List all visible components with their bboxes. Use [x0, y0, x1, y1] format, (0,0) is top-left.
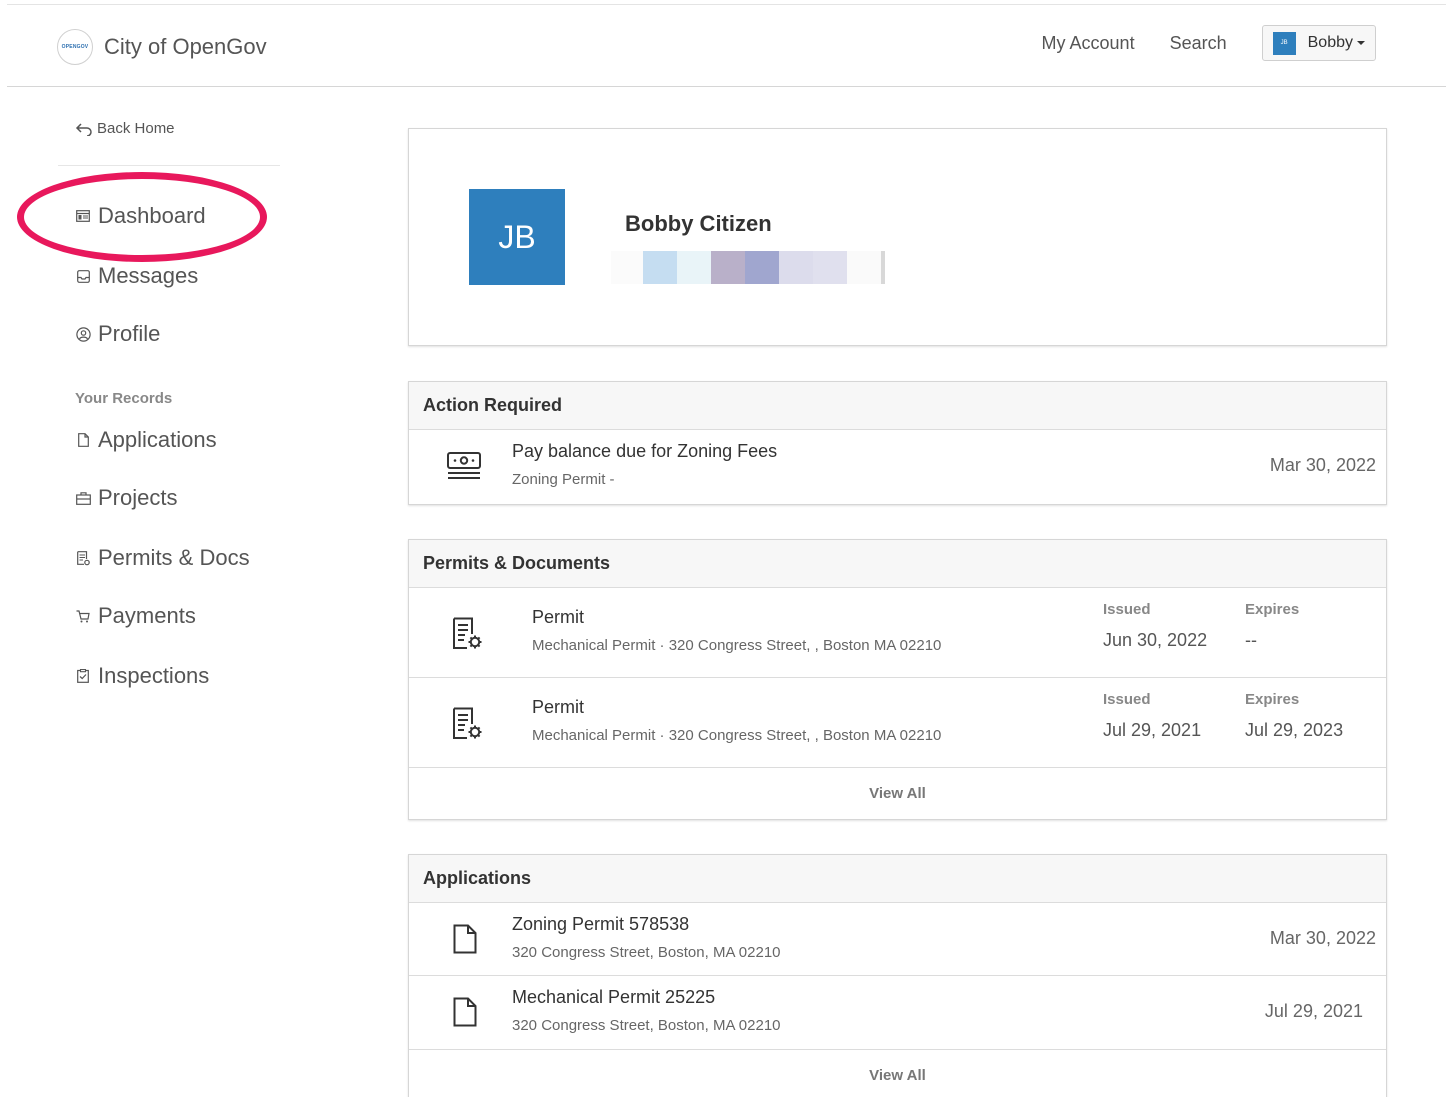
permit-subtitle: Mechanical Permit · 320 Congress Street,… — [532, 727, 942, 744]
permit-title: Permit — [532, 607, 585, 627]
your-records-heading: Your Records — [75, 390, 173, 407]
sidebar-item-label: Applications — [98, 427, 217, 452]
application-title: Mechanical Permit 25225 — [512, 987, 716, 1007]
action-title: Pay balance due for Zoning Fees — [512, 441, 778, 461]
permits-card: Permits & Documents Permit Mechanical Pe… — [408, 539, 1387, 820]
sidebar-item-label: Profile — [98, 321, 161, 346]
permit-subtitle: Mechanical Permit · 320 Congress Street,… — [532, 637, 942, 654]
applications-card: Applications Zoning Permit 578538 320 Co… — [408, 854, 1387, 1097]
expires-label: Expires — [1245, 601, 1300, 618]
site-header: OPENGOV City of OpenGov My Account Searc… — [7, 5, 1446, 87]
permit-row[interactable]: Permit Mechanical Permit · 320 Congress … — [409, 678, 1386, 768]
sidebar-item-label: Inspections — [98, 663, 210, 688]
back-home-link[interactable]: Back Home — [75, 120, 175, 137]
sidebar-divider — [58, 165, 280, 166]
header-nav: My Account Search JB Bobby — [1042, 25, 1376, 61]
sidebar-item-label: Permits & Docs — [98, 545, 250, 570]
profile-avatar: JB — [469, 189, 565, 285]
sidebar: Back Home Dashboard Messages Profile You… — [0, 87, 300, 1087]
document-icon — [453, 997, 477, 1032]
briefcase-icon — [75, 490, 91, 506]
opengov-logo: OPENGOV — [57, 29, 93, 65]
issued-label: Issued — [1103, 691, 1151, 708]
sidebar-item-label: Projects — [98, 485, 178, 510]
sidebar-item-permits[interactable]: Permits & Docs — [75, 545, 250, 571]
search-link[interactable]: Search — [1170, 33, 1227, 54]
expires-date: Jul 29, 2023 — [1245, 720, 1344, 740]
user-menu-button[interactable]: JB Bobby — [1261, 25, 1376, 61]
money-icon — [447, 452, 481, 485]
brand[interactable]: OPENGOV City of OpenGov — [57, 29, 267, 65]
applications-view-all-link[interactable]: View All — [409, 1050, 1386, 1097]
profile-name: Bobby Citizen — [625, 211, 772, 236]
expires-label: Expires — [1245, 691, 1300, 708]
sidebar-item-messages[interactable]: Messages — [75, 263, 198, 289]
permits-heading: Permits & Documents — [409, 540, 1386, 588]
sidebar-item-payments[interactable]: Payments — [75, 603, 196, 629]
sidebar-item-projects[interactable]: Projects — [75, 485, 177, 511]
application-date: Jul 29, 2021 — [1264, 1001, 1363, 1021]
user-avatar: JB — [1272, 31, 1296, 55]
dashboard-highlight-circle — [17, 172, 267, 262]
cart-icon — [75, 608, 91, 624]
user-circle-icon — [75, 326, 91, 342]
permits-view-all-link[interactable]: View All — [409, 768, 1386, 819]
permit-title: Permit — [532, 697, 585, 717]
permit-icon — [75, 550, 91, 566]
logo-text: OPENGOV — [61, 44, 89, 50]
sidebar-item-inspections[interactable]: Inspections — [75, 663, 209, 689]
action-required-card: Action Required Pay balance due for Zoni… — [408, 381, 1387, 505]
permit-doc-icon — [452, 707, 484, 746]
application-title: Zoning Permit 578538 — [512, 914, 690, 934]
application-row[interactable]: Zoning Permit 578538 320 Congress Street… — [409, 903, 1386, 976]
brand-name: City of OpenGov — [104, 34, 267, 59]
action-required-heading: Action Required — [409, 382, 1386, 430]
issued-date: Jun 30, 2022 — [1103, 630, 1208, 650]
issued-date: Jul 29, 2021 — [1103, 720, 1202, 740]
issued-label: Issued — [1103, 601, 1151, 618]
chevron-down-icon — [1357, 41, 1365, 45]
application-row[interactable]: Mechanical Permit 25225 320 Congress Str… — [409, 976, 1386, 1050]
permit-row[interactable]: Permit Mechanical Permit · 320 Congress … — [409, 588, 1386, 678]
redacted-email — [611, 251, 885, 284]
application-address: 320 Congress Street, Boston, MA 02210 — [512, 1017, 781, 1034]
sidebar-item-profile[interactable]: Profile — [75, 321, 160, 347]
inbox-icon — [75, 268, 91, 284]
expires-date: -- — [1245, 630, 1257, 650]
applications-heading: Applications — [409, 855, 1386, 903]
sidebar-item-label: Messages — [98, 263, 199, 288]
file-icon — [75, 432, 91, 448]
my-account-link[interactable]: My Account — [1042, 33, 1135, 54]
sidebar-item-applications[interactable]: Applications — [75, 427, 217, 453]
user-name: Bobby — [1307, 34, 1353, 51]
clipboard-icon — [75, 668, 91, 684]
list-item[interactable]: Pay balance due for Zoning Fees Zoning P… — [409, 430, 1386, 504]
action-date: Mar 30, 2022 — [1269, 455, 1376, 475]
sidebar-item-label: Payments — [98, 603, 196, 628]
permit-doc-icon — [452, 617, 484, 656]
document-icon — [453, 924, 477, 959]
action-subtitle: Zoning Permit - — [512, 471, 615, 488]
profile-card: JB Bobby Citizen — [408, 128, 1387, 346]
application-date: Mar 30, 2022 — [1269, 928, 1376, 948]
back-home-label: Back Home — [97, 120, 175, 137]
back-arrow-icon — [75, 122, 92, 136]
application-address: 320 Congress Street, Boston, MA 02210 — [512, 944, 781, 961]
